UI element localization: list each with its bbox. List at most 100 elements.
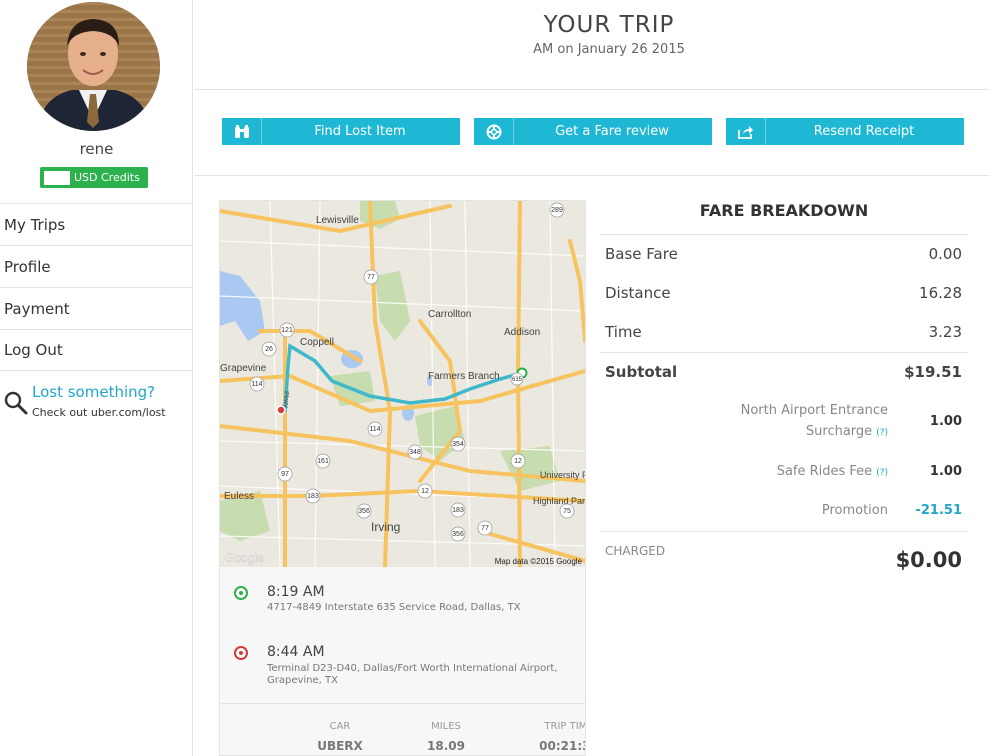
stat-trip-time-value: 00:21:33 [539,739,585,753]
stat-miles-label: MILES [431,721,461,732]
lost-something-link[interactable]: Lost something? Check out uber.com/lost [3,382,191,424]
sidebar: rene USD Credits My Trips Profile Paymen… [0,0,193,756]
distance-label: Distance [605,284,671,302]
lost-subtitle: Check out uber.com/lost [32,406,166,419]
safe-rides-value: 1.00 [929,464,962,479]
divider [600,352,968,353]
highway-shield: 356 [450,526,466,542]
find-lost-item-button[interactable]: Find Lost Item [222,118,460,145]
charged-total: $0.00 [895,548,962,572]
time-value: 3.23 [928,323,962,341]
username: rene [79,140,114,158]
credits-badge[interactable]: USD Credits [40,167,148,188]
map-label-addison: Addison [504,327,540,338]
highway-shield: 114 [367,421,383,437]
svg-text:356: 356 [452,531,464,538]
subtotal-value: $19.51 [904,363,962,381]
route-map[interactable]: Lewisville Carrollton Addison Coppell Fa… [220,201,585,567]
map-label-coppell: Coppell [300,337,334,348]
svg-text:26: 26 [265,346,273,353]
svg-text:356: 356 [358,508,370,515]
map-label-irving: Irving [371,520,400,534]
airport-surcharge-line2: Surcharge [805,424,873,439]
highway-shield: 289 [549,202,565,218]
sidebar-item-payment[interactable]: Payment [0,287,193,329]
svg-text:97: 97 [281,471,289,478]
svg-text:12: 12 [514,458,522,465]
svg-text:348: 348 [409,449,421,456]
svg-text:114: 114 [251,381,262,388]
trip-receipt-page: rene USD Credits My Trips Profile Paymen… [0,0,989,756]
credits-amount [44,170,70,185]
trip-map-card: Lewisville Carrollton Addison Coppell Fa… [219,200,586,756]
promotion-value: -21.51 [915,503,962,518]
svg-text:183: 183 [452,507,464,514]
highway-shield: 183 [305,488,321,504]
sidebar-nav: My Trips Profile Payment Log Out [0,203,193,371]
airport-surcharge-label: North Airport Entrance Surcharge (?) [741,400,888,444]
highway-shield: 77 [477,520,493,536]
base-fare-value: 0.00 [928,245,962,263]
google-logo: Google [225,551,264,565]
highway-shield: 77 [363,269,379,285]
highway-shield: 183 [220,201,226,203]
fare-review-label: Get a Fare review [555,124,669,139]
map-label-grapevine: Grapevine [220,363,267,374]
highway-shield: 354 [450,436,466,452]
airport-surcharge-line1: North Airport Entrance [740,403,888,418]
safe-rides-help[interactable]: (?) [876,468,888,478]
highway-shield: 97 [277,466,293,482]
sidebar-item-log-out[interactable]: Log Out [0,329,193,371]
map-label-lewisville: Lewisville [316,215,359,226]
svg-text:114: 114 [369,426,380,433]
map-label-highland-park: Highland Park [533,496,585,506]
svg-text:75: 75 [563,508,571,515]
airport-surcharge-value: 1.00 [929,414,962,429]
page-title: YOUR TRIP [543,12,675,38]
stat-car-value: UBERX [317,739,363,753]
distance-value: 16.28 [919,284,962,302]
find-lost-item-label: Find Lost Item [314,124,406,139]
svg-text:289: 289 [551,207,563,214]
airport-surcharge-help[interactable]: (?) [876,428,888,438]
highway-shield: 635 [510,372,524,386]
svg-text:121: 121 [281,327,293,334]
subtotal-label: Subtotal [605,363,678,381]
dropoff-marker-icon [234,646,248,660]
svg-text:12: 12 [421,488,429,495]
trip-date: AM on January 26 2015 [533,42,685,57]
highway-shield: 356 [356,503,372,519]
fare-review-button[interactable]: Get a Fare review [474,118,712,145]
divider [600,531,968,532]
base-fare-label: Base Fare [605,245,678,263]
highway-shield: 121 [279,322,295,338]
svg-text:77: 77 [367,274,375,281]
map-label-euless: Euless [224,491,254,502]
share-icon [726,118,766,145]
pickup-marker-icon [234,586,248,600]
page-header: YOUR TRIP AM on January 26 2015 [194,0,989,90]
avatar [27,2,160,131]
lost-title[interactable]: Lost something? [32,383,155,401]
highway-shield: 183 [450,502,466,518]
map-label-carrollton: Carrollton [428,309,471,320]
highway-shield: 75 [559,503,575,519]
lifebuoy-icon [474,118,514,145]
map-label-university-park: University Park [540,470,585,480]
map-label-farmers-branch: Farmers Branch [428,371,500,382]
svg-text:183: 183 [307,493,319,500]
sidebar-item-my-trips[interactable]: My Trips [0,203,193,245]
sidebar-item-profile[interactable]: Profile [0,245,193,287]
pickup-address: 4717-4849 Interstate 635 Service Road, D… [267,602,521,613]
stat-car-label: CAR [329,721,351,732]
fare-title: FARE BREAKDOWN [699,201,869,220]
promotion-label: Promotion [821,503,888,518]
dropoff-address-line1: Terminal D23-D40, Dallas/Fort Worth Inte… [267,663,558,674]
highway-shield: 114 [249,376,265,392]
resend-receipt-button[interactable]: Resend Receipt [726,118,964,145]
svg-text:635: 635 [512,377,523,383]
safe-rides-label-wrap: Safe Rides Fee (?) [777,461,888,484]
stat-miles-value: 18.09 [427,739,465,753]
svg-text:77: 77 [481,525,489,532]
charged-label: CHARGED [605,544,666,558]
